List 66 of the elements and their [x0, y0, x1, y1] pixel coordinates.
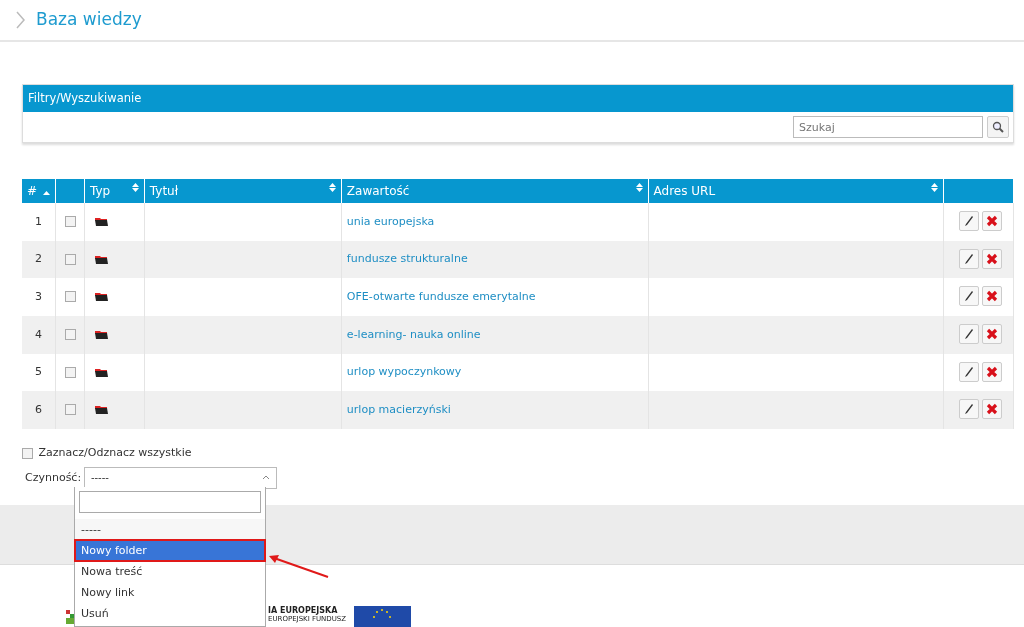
delete-button[interactable]	[981, 361, 1002, 382]
edit-button[interactable]	[958, 211, 979, 232]
search-field[interactable]: Szukaj	[793, 116, 983, 139]
row-checkbox[interactable]	[64, 404, 76, 416]
pencil-icon	[963, 290, 974, 303]
column-header[interactable]: Zawartość	[346, 184, 410, 199]
logo-text: IA EUROPEJSKA	[268, 606, 338, 615]
select-all-label: Zaznacz/Odznacz wszystkie	[38, 444, 192, 461]
edit-button[interactable]	[958, 248, 979, 269]
panel-header: Filtry/Wyszukiwanie	[23, 85, 1013, 113]
dropdown-search-field[interactable]	[79, 491, 261, 513]
row-number: 1	[35, 214, 43, 228]
x-icon	[985, 403, 998, 416]
pencil-icon	[963, 215, 974, 228]
dropdown-option[interactable]: Nowa treść	[75, 561, 265, 582]
delete-button[interactable]	[981, 248, 1002, 269]
edit-button[interactable]	[958, 286, 979, 307]
content-link[interactable]: fundusze strukturalne	[346, 252, 468, 266]
row-checkbox[interactable]	[64, 253, 76, 265]
row-number: 5	[35, 365, 43, 379]
row-number: 2	[35, 252, 43, 266]
delete-button[interactable]	[981, 399, 1002, 420]
edit-button[interactable]	[958, 361, 979, 382]
x-icon	[985, 328, 998, 341]
content-link[interactable]: urlop macierzyński	[346, 402, 451, 416]
row-number: 6	[35, 402, 43, 416]
pencil-icon	[963, 328, 974, 341]
content-link[interactable]: unia europejska	[346, 214, 435, 228]
page-title: Baza wiedzy	[36, 8, 142, 32]
row-checkbox[interactable]	[64, 216, 76, 228]
content-link[interactable]: e-learning- nauka online	[346, 327, 481, 341]
logo-icon	[66, 610, 74, 624]
eu-flag-icon	[354, 606, 412, 627]
dropdown-option[interactable]: -----	[75, 519, 265, 540]
dropdown-option[interactable]: Nowy link	[75, 582, 265, 603]
column-header[interactable]: #	[27, 184, 38, 199]
edit-button[interactable]	[958, 324, 979, 345]
delete-button[interactable]	[981, 324, 1002, 345]
action-label: Czynność:	[25, 469, 82, 486]
row-checkbox[interactable]	[64, 329, 76, 341]
chevron-icon	[16, 11, 26, 29]
dropdown-option[interactable]: Nowy folder	[75, 540, 265, 561]
caret-icon	[261, 475, 270, 481]
content-link[interactable]: OFE-otwarte fundusze emerytalne	[346, 290, 536, 303]
dropdown-option[interactable]: Usuń	[75, 603, 265, 624]
x-icon	[985, 290, 998, 303]
search-button[interactable]	[987, 116, 1009, 139]
pencil-icon	[963, 365, 974, 378]
search-icon	[992, 121, 1004, 134]
delete-button[interactable]	[981, 211, 1002, 232]
select-all-checkbox[interactable]	[22, 447, 33, 459]
x-icon	[985, 252, 998, 265]
column-header[interactable]: Adres URL	[653, 184, 716, 199]
annotation-arrow	[268, 553, 330, 579]
row-checkbox[interactable]	[64, 291, 76, 303]
row-number: 3	[35, 290, 43, 303]
row-checkbox[interactable]	[64, 366, 76, 378]
x-icon	[985, 365, 998, 378]
column-header[interactable]: Tytuł	[149, 184, 179, 199]
edit-button[interactable]	[958, 399, 979, 420]
x-icon	[985, 215, 998, 228]
row-number: 4	[35, 327, 43, 341]
delete-button[interactable]	[981, 286, 1002, 307]
content-link[interactable]: urlop wypoczynkowy	[346, 365, 462, 379]
pencil-icon	[963, 252, 974, 265]
pencil-icon	[963, 403, 974, 416]
